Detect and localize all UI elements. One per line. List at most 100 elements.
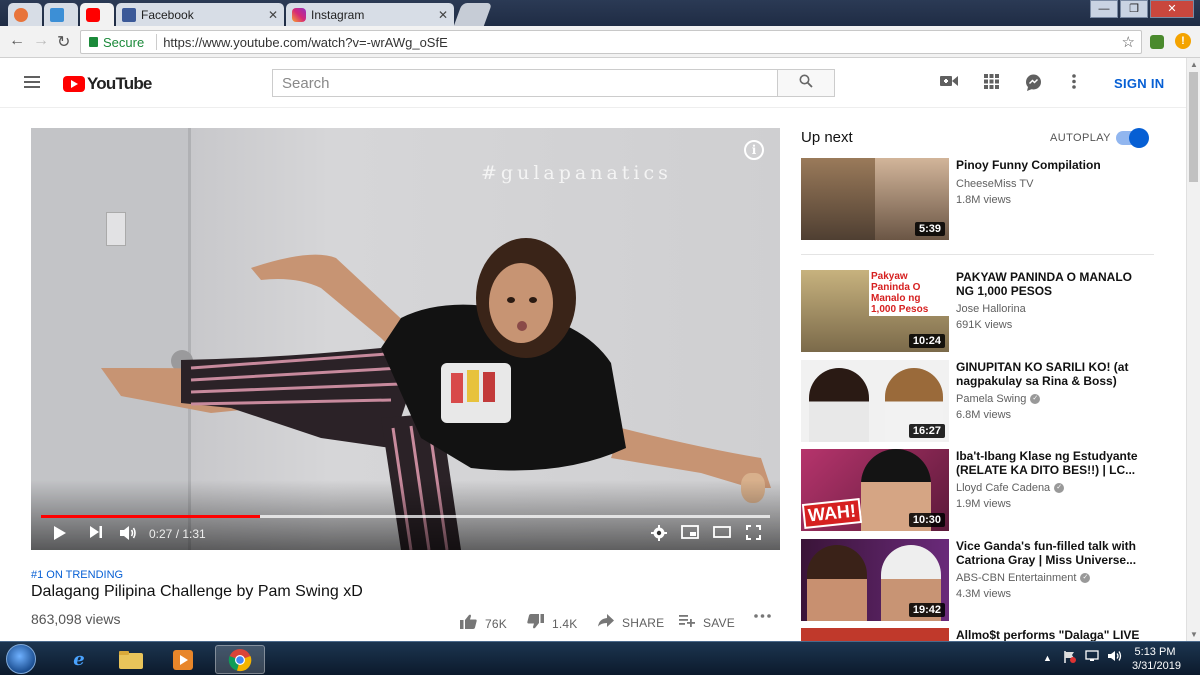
minimize-icon[interactable]: —: [1090, 0, 1118, 18]
search-input[interactable]: Search: [272, 69, 778, 97]
save-button[interactable]: SAVE: [679, 614, 735, 631]
clock-time: 5:13 PM: [1134, 646, 1176, 658]
scroll-down-arrow-icon[interactable]: ▼: [1190, 630, 1198, 639]
video-item-title[interactable]: Vice Ganda's fun-filled talk with Catrio…: [956, 539, 1146, 567]
up-next-item[interactable]: Pakyaw Paninda O Manalo ng 1,000 Pesos 1…: [801, 270, 1161, 354]
like-button[interactable]: 76K: [460, 614, 507, 633]
thumbnail-caption: Pakyaw Paninda O Manalo ng 1,000 Pesos: [869, 270, 949, 316]
video-thumbnail[interactable]: [801, 628, 949, 641]
fullscreen-icon[interactable]: [746, 525, 761, 544]
thumbnail-image-left: [801, 158, 875, 240]
extension-icon[interactable]: [1150, 35, 1164, 49]
up-next-item[interactable]: 16:27 GINUPITAN KO SARILI KO! (at nagpak…: [801, 360, 1161, 444]
video-thumbnail[interactable]: 5:39: [801, 158, 949, 240]
tab-facebook[interactable]: Facebook ✕: [116, 3, 284, 26]
volume-icon[interactable]: [119, 525, 137, 545]
bookmark-star-icon[interactable]: ☆: [1122, 33, 1135, 51]
settings-gear-icon[interactable]: [651, 525, 667, 545]
video-item-title[interactable]: Allmo$t performs "Dalaga" LIVE: [956, 628, 1146, 641]
close-tab-icon[interactable]: ✕: [268, 8, 278, 22]
playlist-add-icon: [679, 614, 695, 631]
progress-bar[interactable]: [41, 515, 770, 518]
tab-instagram[interactable]: Instagram ✕: [286, 3, 454, 26]
secure-indicator[interactable]: Secure: [89, 35, 144, 50]
youtube-favicon-icon: [86, 7, 100, 22]
url-text: https://www.youtube.com/watch?v=-wrAWg_o…: [163, 34, 448, 50]
channel-name-wrap[interactable]: Pamela Swing ✓: [956, 393, 1041, 405]
tab-label: Instagram: [311, 7, 365, 22]
youtube-play-logo-icon: [63, 76, 85, 92]
theater-mode-icon[interactable]: [713, 525, 731, 542]
update-alert-icon[interactable]: !: [1175, 33, 1191, 49]
autoplay-label: AUTOPLAY: [1050, 132, 1111, 144]
dislike-button[interactable]: 1.4K: [527, 614, 578, 633]
tab-pinned-1[interactable]: [8, 3, 42, 26]
tab-youtube[interactable]: [80, 3, 114, 26]
secure-label: Secure: [103, 34, 145, 50]
video-player[interactable]: #gulapanatics i 0:27 / 1:31: [31, 128, 780, 550]
scroll-up-arrow-icon[interactable]: ▲: [1190, 60, 1198, 69]
logo-text: YouTube: [87, 74, 152, 93]
volume-tray-icon[interactable]: [1107, 650, 1123, 665]
play-icon[interactable]: [53, 525, 67, 545]
reload-icon[interactable]: ↻: [57, 32, 70, 52]
channel-name-wrap[interactable]: Lloyd Cafe Cadena ✓: [956, 482, 1065, 494]
back-arrow-icon[interactable]: ←: [9, 32, 25, 50]
tray-expand-icon[interactable]: ▲: [1043, 653, 1052, 663]
video-thumbnail[interactable]: Pakyaw Paninda O Manalo ng 1,000 Pesos 1…: [801, 270, 949, 352]
autoplay-toggle[interactable]: [1116, 128, 1149, 148]
channel-name-wrap[interactable]: ABS-CBN Entertainment ✓: [956, 572, 1091, 584]
channel-name[interactable]: Jose Hallorina: [956, 303, 1026, 315]
video-thumbnail[interactable]: WAH! 10:30: [801, 449, 949, 531]
trending-badge[interactable]: #1 ON TRENDING: [31, 569, 123, 581]
channel-name[interactable]: CheeseMiss TV: [956, 178, 1033, 190]
up-next-item[interactable]: Allmo$t performs "Dalaga" LIVE: [801, 628, 1161, 641]
file-explorer-icon[interactable]: [106, 645, 156, 674]
close-tab-icon[interactable]: ✕: [438, 8, 448, 22]
address-bar[interactable]: Secure https://www.youtube.com/watch?v=-…: [80, 30, 1142, 54]
channel-name: ABS-CBN Entertainment: [956, 572, 1077, 584]
up-next-item[interactable]: WAH! 10:30 Iba't-Ibang Klase ng Estudyan…: [801, 449, 1161, 533]
action-center-flag-icon[interactable]: [1063, 650, 1077, 667]
video-item-title[interactable]: Iba't-Ibang Klase ng Estudyante (RELATE …: [956, 449, 1146, 477]
video-item-title[interactable]: Pinoy Funny Compilation: [956, 158, 1146, 172]
upload-video-icon[interactable]: [940, 74, 958, 92]
save-label: SAVE: [703, 615, 735, 630]
messages-icon[interactable]: [1025, 74, 1042, 95]
search-button[interactable]: [777, 69, 835, 97]
more-actions-icon[interactable]: [754, 614, 771, 618]
media-player-icon[interactable]: [158, 645, 208, 674]
info-card-icon[interactable]: i: [744, 140, 764, 160]
page-scrollbar[interactable]: ▲ ▼: [1186, 58, 1200, 641]
more-vert-icon[interactable]: [1072, 74, 1076, 93]
forward-arrow-icon[interactable]: →: [33, 32, 49, 50]
scrollbar-thumb[interactable]: [1189, 72, 1198, 182]
miniplayer-icon[interactable]: [681, 525, 699, 543]
window-close-icon[interactable]: ✕: [1150, 0, 1194, 18]
menu-icon[interactable]: [24, 76, 40, 88]
video-thumbnail[interactable]: 19:42: [801, 539, 949, 621]
video-item-title[interactable]: PAKYAW PANINDA O MANALO NG 1,000 PESOS: [956, 270, 1146, 298]
network-icon[interactable]: [1085, 650, 1099, 665]
video-item-title[interactable]: GINUPITAN KO SARILI KO! (at nagpakulay s…: [956, 360, 1146, 388]
system-clock[interactable]: 5:13 PM 3/31/2019: [1132, 645, 1181, 673]
next-video-icon[interactable]: [89, 525, 103, 543]
share-button[interactable]: SHARE: [598, 614, 664, 631]
lock-icon: [89, 37, 98, 47]
internet-explorer-icon[interactable]: e: [54, 645, 104, 674]
chrome-taskbar-icon[interactable]: [215, 645, 265, 674]
apps-grid-icon[interactable]: [984, 74, 999, 93]
sign-in-button[interactable]: SIGN IN: [1114, 76, 1165, 91]
youtube-logo[interactable]: YouTube: [63, 74, 152, 94]
channel-name: Pamela Swing: [956, 393, 1027, 405]
start-button[interactable]: [6, 644, 36, 674]
up-next-item[interactable]: 5:39 Pinoy Funny Compilation CheeseMiss …: [801, 158, 1161, 242]
new-tab-button[interactable]: [453, 3, 493, 26]
video-title: Dalagang Pilipina Challenge by Pam Swing…: [31, 583, 363, 600]
youtube-header: YouTube Search SIGN IN: [0, 58, 1186, 108]
up-next-item[interactable]: 19:42 Vice Ganda's fun-filled talk with …: [801, 539, 1161, 623]
video-thumbnail[interactable]: 16:27: [801, 360, 949, 442]
tab-pinned-2[interactable]: [44, 3, 78, 26]
restore-icon[interactable]: ❐: [1120, 0, 1148, 18]
video-item-views: 4.3M views: [956, 588, 1012, 600]
